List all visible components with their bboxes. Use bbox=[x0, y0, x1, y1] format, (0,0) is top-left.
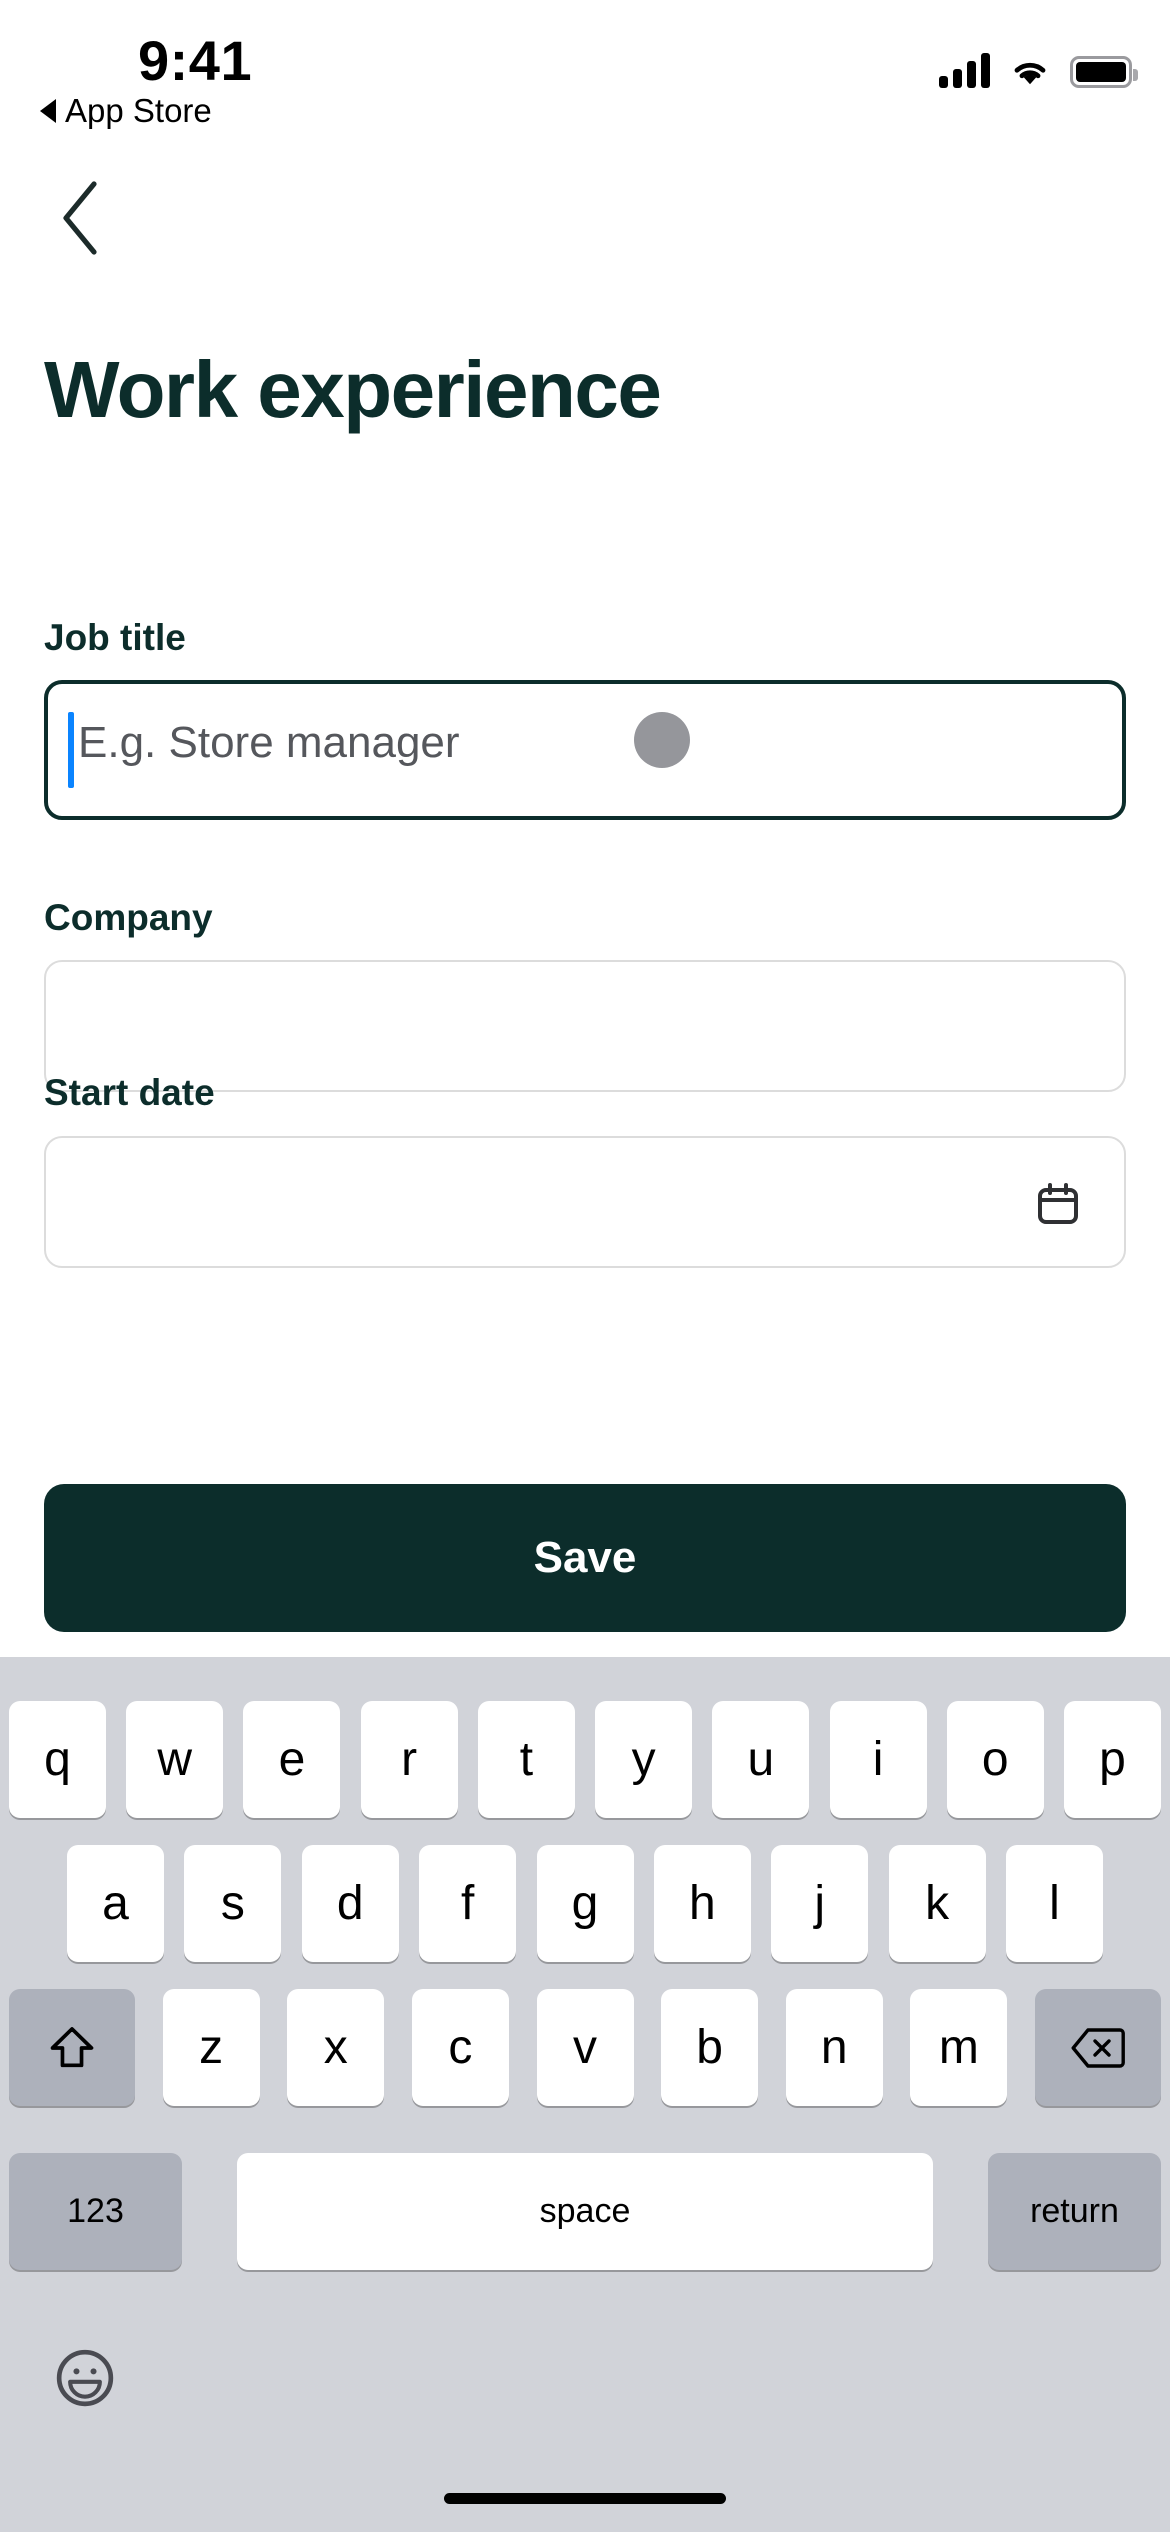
key-e[interactable]: e bbox=[243, 1701, 341, 1818]
shift-key[interactable] bbox=[9, 1989, 135, 2106]
text-caret bbox=[68, 712, 74, 788]
key-c[interactable]: c bbox=[411, 1989, 509, 2106]
key-w[interactable]: w bbox=[126, 1701, 224, 1818]
return-key[interactable]: return bbox=[988, 2153, 1161, 2270]
key-o[interactable]: o bbox=[946, 1701, 1044, 1818]
keyboard-row-3: z x c v b n m bbox=[0, 1989, 1170, 2106]
phone-screen: 9:41 App Store Work experience Job title… bbox=[0, 0, 1170, 2532]
back-to-app-store-link[interactable]: App Store bbox=[40, 92, 212, 130]
battery-full-icon bbox=[1070, 56, 1138, 88]
back-button[interactable] bbox=[58, 173, 138, 263]
key-j[interactable]: j bbox=[771, 1845, 869, 1962]
key-u[interactable]: u bbox=[712, 1701, 810, 1818]
key-p[interactable]: p bbox=[1063, 1701, 1161, 1818]
shift-arrow-icon bbox=[50, 2026, 94, 2067]
company-label: Company bbox=[44, 897, 213, 938]
key-m[interactable]: m bbox=[910, 1989, 1008, 2106]
back-triangle-icon bbox=[40, 99, 56, 123]
keyboard-row-4: 123 space return bbox=[0, 2153, 1170, 2270]
touch-indicator-dot bbox=[634, 712, 690, 768]
page-title: Work experience bbox=[44, 345, 662, 434]
key-x[interactable]: x bbox=[287, 1989, 385, 2106]
numbers-key[interactable]: 123 bbox=[9, 2153, 182, 2270]
key-h[interactable]: h bbox=[653, 1845, 751, 1962]
key-s[interactable]: s bbox=[184, 1845, 282, 1962]
emoji-key[interactable] bbox=[52, 2345, 118, 2411]
status-bar-time: 9:41 bbox=[138, 29, 253, 92]
key-r[interactable]: r bbox=[360, 1701, 458, 1818]
on-screen-keyboard: q w e r t y u i o p a s d f g h j k l z … bbox=[0, 1657, 1170, 2532]
delete-key[interactable] bbox=[1035, 1989, 1161, 2106]
home-indicator bbox=[444, 2493, 726, 2504]
key-k[interactable]: k bbox=[888, 1845, 986, 1962]
wifi-icon bbox=[1014, 62, 1046, 85]
cellular-bars-icon bbox=[939, 52, 990, 88]
save-button[interactable]: Save bbox=[44, 1484, 1126, 1632]
status-bar-icons bbox=[939, 52, 1138, 88]
calendar-icon bbox=[1038, 1183, 1078, 1224]
key-f[interactable]: f bbox=[419, 1845, 517, 1962]
key-q[interactable]: q bbox=[9, 1701, 106, 1818]
key-n[interactable]: n bbox=[785, 1989, 883, 2106]
job-title-input[interactable]: E.g. Store manager bbox=[44, 680, 1126, 820]
key-a[interactable]: a bbox=[67, 1845, 164, 1962]
keyboard-row-2: a s d f g h j k l bbox=[0, 1845, 1170, 1962]
backspace-icon bbox=[1071, 2027, 1125, 2068]
space-key[interactable]: space bbox=[237, 2153, 933, 2270]
keyboard-row-1: q w e r t y u i o p bbox=[0, 1701, 1170, 1818]
start-date-input[interactable] bbox=[44, 1136, 1126, 1268]
job-title-label: Job title bbox=[44, 617, 186, 658]
content-clip-mask bbox=[0, 1372, 1170, 1420]
key-i[interactable]: i bbox=[829, 1701, 927, 1818]
key-y[interactable]: y bbox=[595, 1701, 693, 1818]
emoji-smiley-icon bbox=[56, 2349, 114, 2407]
key-d[interactable]: d bbox=[301, 1845, 399, 1962]
key-z[interactable]: z bbox=[162, 1989, 260, 2106]
start-date-label: Start date bbox=[44, 1072, 215, 1113]
job-title-placeholder: E.g. Store manager bbox=[78, 718, 460, 767]
key-g[interactable]: g bbox=[536, 1845, 634, 1962]
back-app-label: App Store bbox=[65, 92, 212, 129]
key-v[interactable]: v bbox=[536, 1989, 634, 2106]
key-b[interactable]: b bbox=[661, 1989, 759, 2106]
key-t[interactable]: t bbox=[477, 1701, 575, 1818]
status-bar: 9:41 App Store bbox=[0, 0, 1170, 150]
key-l[interactable]: l bbox=[1006, 1845, 1103, 1962]
chevron-left-icon bbox=[63, 181, 97, 255]
